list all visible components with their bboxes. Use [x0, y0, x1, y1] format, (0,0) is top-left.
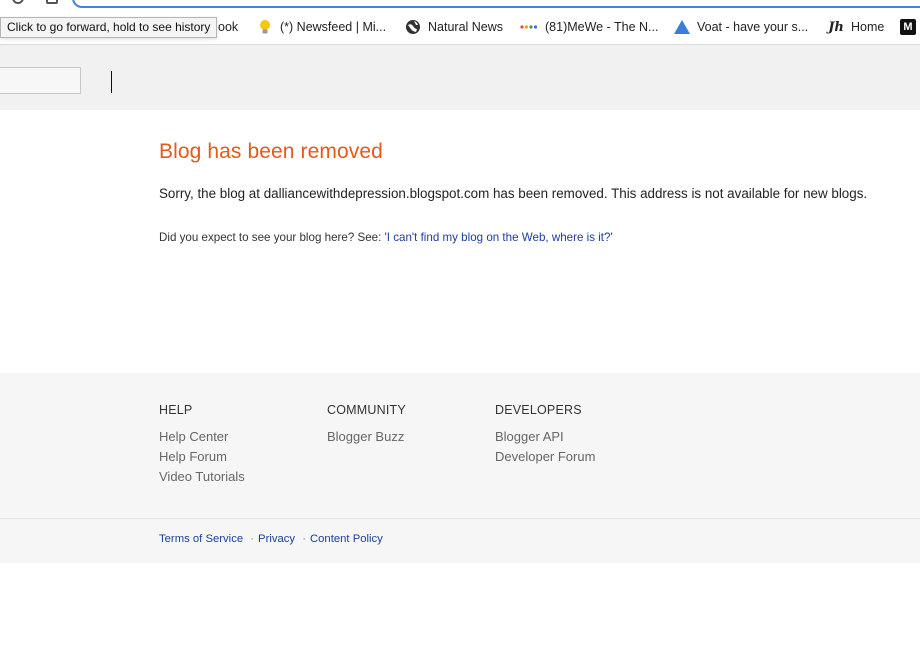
m-logo-icon: M: [900, 19, 916, 35]
bookmark-label: (81)MeWe - The N...: [545, 20, 659, 34]
url-bar[interactable]: [72, 0, 920, 8]
footer-heading: DEVELOPERS: [495, 403, 582, 417]
footer-col-help: HELP Help Center Help Forum Video Tutori…: [159, 403, 327, 487]
main-content: Blog has been removed Sorry, the blog at…: [159, 140, 899, 244]
reload-icon[interactable]: [12, 0, 24, 4]
bookmark-newsfeed[interactable]: (*) Newsfeed | Mi...: [257, 16, 386, 38]
bookmark-home[interactable]: Jh Home: [828, 16, 884, 38]
footer-divider: [0, 518, 920, 519]
page-title: Blog has been removed: [159, 140, 383, 163]
lightbulb-icon: [257, 19, 273, 35]
help-center-link[interactable]: Help Center: [159, 427, 327, 447]
site-footer: HELP Help Center Help Forum Video Tutori…: [0, 373, 920, 563]
blogger-buzz-link[interactable]: Blogger Buzz: [327, 427, 495, 447]
page-header: [0, 45, 920, 110]
page-icon[interactable]: [46, 0, 58, 4]
browser-chrome: ook (*) Newsfeed | Mi... Natural News (8…: [0, 0, 920, 45]
globe-icon: [405, 19, 421, 35]
legal-separator: ·: [250, 533, 255, 545]
bookmark-voat[interactable]: Voat - have your s...: [674, 16, 808, 38]
bookmark-natural-news[interactable]: Natural News: [405, 16, 503, 38]
legal-links: Terms of Service · Privacy · Content Polic…: [159, 533, 383, 545]
help-hint: Did you expect to see your blog here? Se…: [159, 231, 899, 244]
footer-columns: HELP Help Center Help Forum Video Tutori…: [159, 403, 663, 487]
dots-icon: [520, 19, 538, 35]
footer-heading: HELP: [159, 403, 193, 417]
hint-suffix: ': [610, 231, 613, 244]
bookmark-label: ook: [218, 20, 239, 34]
legal-separator: ·: [302, 533, 306, 545]
bookmark-label: Voat - have your s...: [697, 20, 809, 34]
bookmark-label: (*) Newsfeed | Mi...: [280, 20, 387, 34]
find-blog-help-link[interactable]: I can't find my blog on the Web, where i…: [387, 231, 611, 244]
removed-message: Sorry, the blog at dalliancewithdepressi…: [159, 186, 868, 201]
footer-col-developers: DEVELOPERS Blogger API Developer Forum: [495, 403, 663, 487]
forward-tooltip: Click to go forward, hold to see history: [0, 17, 218, 38]
triangle-icon: [674, 19, 690, 35]
bookmark-label: Natural News: [428, 20, 504, 34]
help-forum-link[interactable]: Help Forum: [159, 447, 327, 467]
bookmark-m[interactable]: M: [900, 16, 920, 38]
privacy-link[interactable]: Privacy: [258, 533, 295, 545]
footer-heading: COMMUNITY: [327, 403, 406, 417]
bookmark-mewe[interactable]: (81)MeWe - The N...: [520, 16, 658, 38]
hint-prefix: Did you expect to see your blog here? Se…: [159, 231, 387, 244]
search-input[interactable]: [0, 67, 81, 94]
video-tutorials-link[interactable]: Video Tutorials: [159, 467, 327, 487]
jh-logo-icon: Jh: [828, 19, 844, 35]
content-policy-link[interactable]: Content Policy: [310, 533, 383, 545]
developer-forum-link[interactable]: Developer Forum: [495, 447, 663, 467]
bookmark-label: Home: [851, 20, 885, 34]
terms-of-service-link[interactable]: Terms of Service: [159, 533, 243, 545]
blogger-api-link[interactable]: Blogger API: [495, 427, 663, 447]
text-caret: [111, 71, 112, 93]
footer-col-community: COMMUNITY Blogger Buzz: [327, 403, 495, 487]
bookmark-facebook[interactable]: ook: [218, 16, 238, 38]
